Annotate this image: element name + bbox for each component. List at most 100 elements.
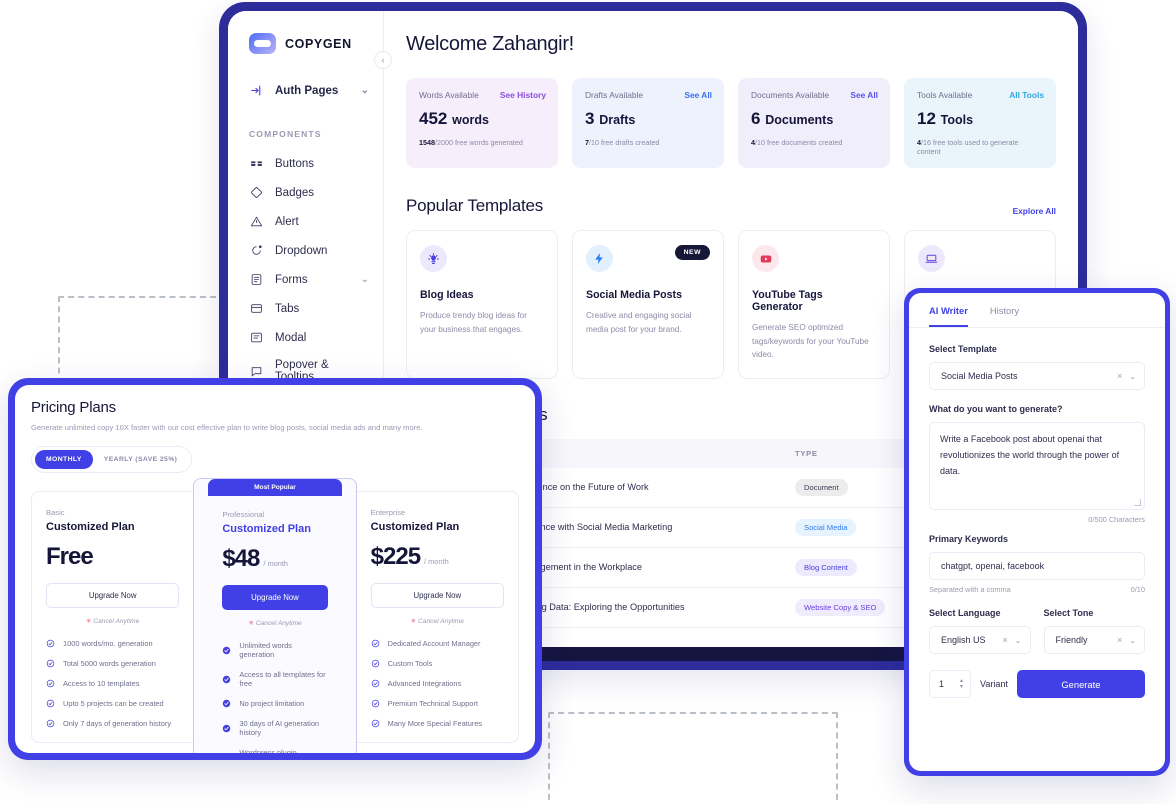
plan-card-professional: Most Popular Professional Customized Pla… [193, 478, 357, 753]
stat-value: 12 Tools [917, 109, 974, 128]
keywords-hint-row: Separated with a comma 0/10 [929, 585, 1145, 594]
select-tone-dropdown[interactable]: Friendly × ⌄ [1043, 626, 1145, 654]
stat-link[interactable]: All Tools [1009, 90, 1044, 100]
sidebar-item-auth-pages[interactable]: Auth Pages ⌄ [228, 76, 383, 105]
upgrade-now-button[interactable]: Upgrade Now [222, 585, 328, 610]
feature-item: Access to all templates for free [222, 670, 327, 688]
upgrade-now-button[interactable]: Upgrade Now [370, 583, 504, 608]
feature-item: Only 7 days of generation history [46, 719, 179, 728]
generate-button[interactable]: Generate [1016, 670, 1145, 698]
upgrade-now-button[interactable]: Upgrade Now [46, 583, 180, 608]
stat-card-documents[interactable]: Documents Available See All 6 Documents … [738, 78, 890, 168]
check-circle-icon [371, 679, 380, 688]
badge-diamond-icon [249, 185, 264, 200]
primary-keywords-input[interactable]: chatgpt, openai, facebook [929, 552, 1145, 580]
sidebar-item-modal[interactable]: Modal [228, 323, 383, 352]
page-title: Welcome Zahangir! [406, 33, 574, 55]
chevron-down-icon[interactable]: ⌄ [1129, 636, 1136, 645]
select-template-label: Select Template [929, 344, 997, 354]
pricing-title: Pricing Plans [31, 399, 116, 416]
sidebar-collapse-button[interactable]: ‹ [374, 51, 392, 69]
sidebar-item-buttons[interactable]: Buttons [228, 149, 383, 178]
tab-history[interactable]: History [990, 305, 1019, 327]
feature-item: Advanced Integrations [371, 679, 504, 688]
check-circle-icon [46, 639, 55, 648]
feature-item: Upto 5 projects can be created [46, 699, 179, 708]
primary-keywords-label: Primary Keywords [929, 534, 1009, 544]
stat-cards-row: Words Available See History 452 words 15… [406, 78, 1056, 168]
plan-features-professional: Unlimited words generation Access to all… [222, 641, 327, 753]
login-arrow-icon [249, 83, 264, 98]
lightbulb-icon [420, 245, 447, 272]
clear-icon[interactable]: × [1117, 635, 1122, 645]
clear-icon[interactable]: × [1117, 371, 1122, 381]
stat-link[interactable]: See All [684, 90, 712, 100]
template-name: YouTube Tags Generator [752, 289, 823, 313]
stepper-arrows-icon[interactable]: ▲ ▼ [959, 678, 964, 690]
plans-row: Basic Customized Plan Free Upgrade Now ✳… [31, 478, 519, 753]
ai-writer-window: AI Writer History Select Template Social… [904, 288, 1170, 776]
template-name: Social Media Posts [586, 289, 682, 301]
tab-ai-writer[interactable]: AI Writer [929, 305, 968, 327]
stat-card-tools[interactable]: Tools Available All Tools 12 Tools 4/16 … [904, 78, 1056, 168]
sidebar-item-forms[interactable]: Forms ⌄ [228, 265, 383, 294]
brand-name: COPYGEN [285, 36, 352, 51]
stat-unit: Tools [940, 113, 974, 127]
stat-label: Tools Available [917, 90, 973, 100]
prompt-label: What do you want to generate? [929, 404, 1063, 414]
stat-unit: words [452, 113, 489, 127]
status-badge: Blog Content [795, 558, 857, 576]
explore-all-link[interactable]: Explore All [1013, 206, 1056, 216]
plan-card-basic: Basic Customized Plan Free Upgrade Now ✳… [31, 491, 194, 743]
plan-name: Customized Plan [46, 521, 135, 533]
chevron-down-icon: ⌄ [360, 85, 369, 96]
variant-stepper[interactable]: 1 ▲ ▼ [929, 670, 971, 698]
bullet-dot-icon: ✳ [410, 618, 417, 625]
toggle-monthly[interactable]: MONTHLY [35, 450, 93, 469]
sidebar-item-alert[interactable]: Alert [228, 207, 383, 236]
toggle-yearly[interactable]: YEARLY (SAVE 25%) [93, 450, 189, 469]
chevron-down-icon[interactable]: ⌄ [1129, 372, 1136, 381]
stat-card-drafts[interactable]: Drafts Available See All 3 Drafts 7/10 f… [572, 78, 724, 168]
cancel-anytime-note: ✳ Cancel Anytime [248, 620, 302, 627]
prompt-textarea[interactable]: Write a Facebook post about openai that … [929, 422, 1145, 510]
copygen-logo-icon [249, 33, 276, 54]
template-card-social-media-posts[interactable]: NEW Social Media Posts Creative and enga… [572, 230, 724, 379]
stat-sub: 4/16 free tools used to generate content [917, 138, 1019, 156]
feature-item: No project limitation [222, 699, 327, 708]
stat-sub: 4/10 free documents created [751, 138, 843, 147]
decorative-dashed-box-right [548, 712, 838, 804]
sidebar-item-tabs[interactable]: Tabs [228, 294, 383, 323]
forms-icon [249, 272, 264, 287]
template-desc: Generate SEO optimized tags/keywords for… [752, 323, 869, 360]
stat-label: Drafts Available [585, 90, 644, 100]
plan-name: Customized Plan [222, 523, 311, 535]
sidebar-item-badges[interactable]: Badges [228, 178, 383, 207]
template-card-blog-ideas[interactable]: Blog Ideas Produce trendy blog ideas for… [406, 230, 558, 379]
stat-unit: Drafts [599, 113, 636, 127]
tabs-icon [249, 301, 264, 316]
select-language-dropdown[interactable]: English US × ⌄ [929, 626, 1031, 654]
select-template-dropdown[interactable]: Social Media Posts × ⌄ [929, 362, 1145, 390]
stat-card-words[interactable]: Words Available See History 452 words 15… [406, 78, 558, 168]
status-badge: Website Copy & SEO [795, 598, 886, 616]
stat-link[interactable]: See History [500, 90, 546, 100]
clear-icon[interactable]: × [1003, 635, 1008, 645]
template-card-youtube-tags-generator[interactable]: YouTube Tags Generator Generate SEO opti… [738, 230, 890, 379]
stat-link[interactable]: See All [850, 90, 878, 100]
popover-icon [249, 364, 264, 379]
feature-item: Total 5000 words generation [46, 659, 179, 668]
feature-item: Access to 10 templates [46, 679, 179, 688]
billing-period-toggle[interactable]: MONTHLY YEARLY (SAVE 25%) [31, 446, 193, 473]
variant-label: Variant [980, 679, 1008, 689]
check-circle-icon [46, 659, 55, 668]
keywords-counter: 0/10 [1130, 585, 1145, 594]
sidebar-item-dropdown[interactable]: Dropdown [228, 236, 383, 265]
plan-card-enterprise: Enterprise Customized Plan $225/ month U… [356, 491, 519, 743]
stat-value: 3 Drafts [585, 109, 636, 128]
select-language-label: Select Language [929, 608, 1001, 618]
sidebar-item-label: Tabs [275, 302, 300, 315]
brand-logo[interactable]: COPYGEN [228, 29, 383, 54]
dropdown-icon [249, 243, 264, 258]
chevron-down-icon[interactable]: ⌄ [1015, 636, 1022, 645]
